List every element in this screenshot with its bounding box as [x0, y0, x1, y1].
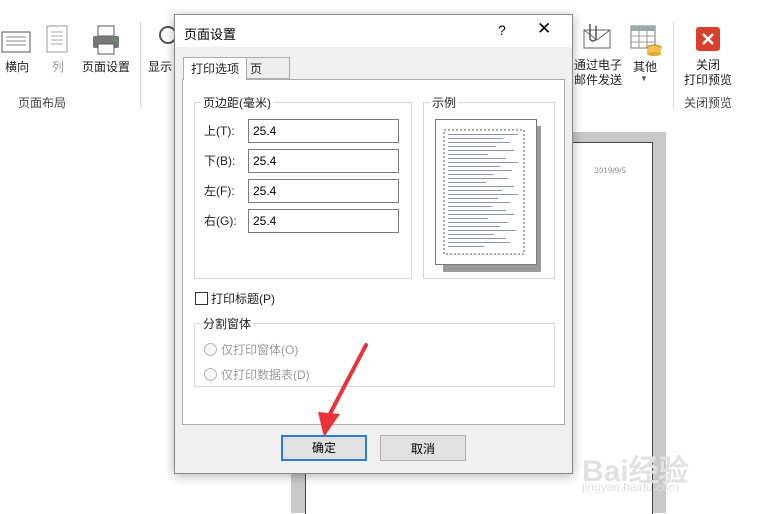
more-button[interactable]: 其他	[630, 58, 660, 75]
dialog-title: 页面设置	[184, 27, 237, 42]
sample-text-line	[448, 166, 500, 167]
email-attachment-icon	[582, 22, 612, 55]
print-form-only-radio[interactable]	[204, 343, 217, 356]
sample-text-line	[448, 230, 516, 231]
ribbon-separator-2	[673, 22, 674, 108]
sample-text-line	[448, 186, 514, 187]
ok-button[interactable]: 确定	[281, 435, 367, 461]
top-margin-input[interactable]	[248, 119, 399, 143]
right-margin-input[interactable]	[248, 209, 399, 233]
tab-print-options[interactable]: 打印选项	[183, 57, 247, 80]
send-email-label-2: 邮件发送	[573, 73, 622, 87]
sample-text-line	[448, 150, 514, 151]
page-setup-dialog: 页面设置 ? ✕ 打印选项 页 页边距(毫米) 上(T): 下(B): 左(F)…	[174, 14, 573, 474]
margins-legend: 页边距(毫米)	[203, 96, 271, 110]
send-email-button[interactable]: 通过电子 邮件发送	[571, 58, 625, 88]
close-preview-label-2: 打印预览	[683, 73, 732, 87]
top-margin-label: 上(T):	[204, 124, 235, 138]
group-label-page-layout: 页面布局	[18, 96, 67, 110]
chevron-down-icon: ▼	[640, 74, 648, 83]
print-form-only-label: 仅打印窗体(O)	[221, 343, 299, 357]
sample-legend: 示例	[432, 96, 457, 110]
bottom-margin-input[interactable]	[248, 149, 399, 173]
sample-text-line	[448, 170, 512, 171]
sample-text-line	[448, 214, 514, 215]
tab-page[interactable]: 页	[246, 57, 290, 79]
bottom-margin-label: 下(B):	[204, 154, 236, 168]
sample-text-line	[448, 190, 502, 191]
columns-icon	[44, 24, 70, 57]
left-margin-label: 左(F):	[204, 184, 235, 198]
landscape-orientation-icon	[0, 26, 32, 59]
sample-page	[435, 119, 537, 265]
baidu-watermark-url: jingyan.baidu.com	[582, 480, 679, 494]
split-window-legend: 分割窗体	[203, 317, 252, 331]
sample-text-line	[448, 194, 518, 195]
sample-text-line	[448, 134, 518, 135]
send-email-label-1: 通过电子	[573, 58, 622, 72]
printer-icon	[90, 24, 122, 59]
print-titles-label: 打印标题(P)	[211, 292, 275, 306]
print-datasheet-only-radio[interactable]	[204, 368, 217, 381]
sample-text-line	[448, 178, 508, 179]
sample-text-line	[448, 182, 486, 183]
close-icon[interactable]: ✕	[537, 19, 551, 39]
sample-text-line	[448, 158, 506, 159]
left-margin-input[interactable]	[248, 179, 399, 203]
page-setup-button[interactable]: 页面设置	[80, 58, 132, 75]
print-datasheet-only-label: 仅打印数据表(D)	[221, 368, 310, 382]
sample-text-line	[448, 226, 500, 227]
sample-text-line	[448, 154, 488, 155]
sample-text-line	[448, 174, 493, 175]
group-label-close-preview: 关闭预览	[684, 96, 733, 110]
sample-text-line	[448, 162, 518, 163]
print-titles-checkbox[interactable]	[195, 292, 208, 305]
sample-text-line	[448, 242, 510, 243]
sample-text-line	[448, 142, 510, 143]
help-button[interactable]: ?	[498, 22, 506, 38]
dialog-titlebar: 页面设置 ? ✕	[175, 15, 572, 47]
columns-button[interactable]: 列	[46, 58, 70, 75]
close-preview-icon	[696, 27, 720, 54]
close-print-preview-button[interactable]: 关闭 打印预览	[680, 58, 736, 88]
sample-text-line	[448, 246, 484, 247]
close-preview-label-1: 关闭	[695, 58, 720, 72]
sample-text-line	[448, 138, 503, 139]
table-database-icon	[630, 24, 662, 59]
cancel-button[interactable]: 取消	[380, 435, 466, 461]
orientation-button[interactable]: 横向	[2, 58, 32, 75]
sample-text-line	[448, 234, 494, 235]
sample-text-line	[448, 202, 510, 203]
print-options-panel: 页边距(毫米) 上(T): 下(B): 左(F): 右(G): 示例 打印标题(…	[182, 79, 565, 425]
page-date: 2019/9/5	[594, 167, 626, 175]
sample-text-line	[448, 210, 506, 211]
sample-text-line	[448, 206, 492, 207]
sample-text-line	[448, 198, 498, 199]
show-button[interactable]: 显示	[148, 58, 176, 75]
right-margin-label: 右(G):	[204, 214, 237, 228]
ribbon-separator	[140, 22, 141, 108]
sample-text-line	[448, 218, 488, 219]
sample-text-line	[448, 222, 508, 223]
sample-text-line	[448, 238, 506, 239]
sample-text-line	[448, 146, 496, 147]
